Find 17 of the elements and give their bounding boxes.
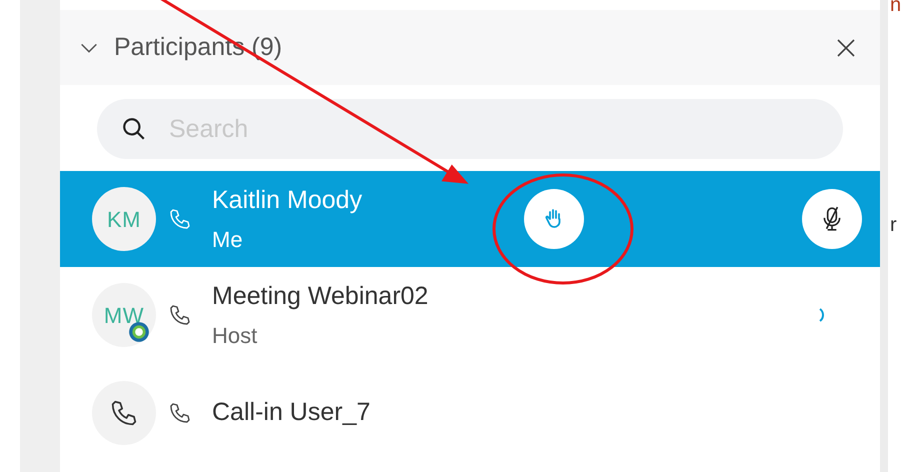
close-icon[interactable] bbox=[836, 38, 856, 58]
participant-name: Kaitlin Moody bbox=[212, 184, 364, 216]
phone-avatar-icon bbox=[109, 398, 139, 428]
participant-name: Meeting Webinar02 bbox=[212, 280, 430, 312]
participant-name: Call-in User_7 bbox=[212, 397, 372, 428]
phone-icon bbox=[168, 207, 192, 231]
muted-microphone-icon bbox=[821, 206, 843, 232]
phone-icon bbox=[168, 401, 192, 425]
search-icon bbox=[121, 116, 147, 142]
avatar-initials: MW bbox=[104, 302, 144, 330]
phone-icon bbox=[168, 303, 192, 327]
participant-role: Host bbox=[212, 322, 258, 350]
panel-title: Participants (9) bbox=[114, 32, 284, 63]
background-text: n bbox=[890, 0, 902, 16]
background-text: r bbox=[890, 213, 898, 238]
participant-role: Me bbox=[212, 226, 244, 254]
avatar-initials: KM bbox=[106, 206, 142, 234]
